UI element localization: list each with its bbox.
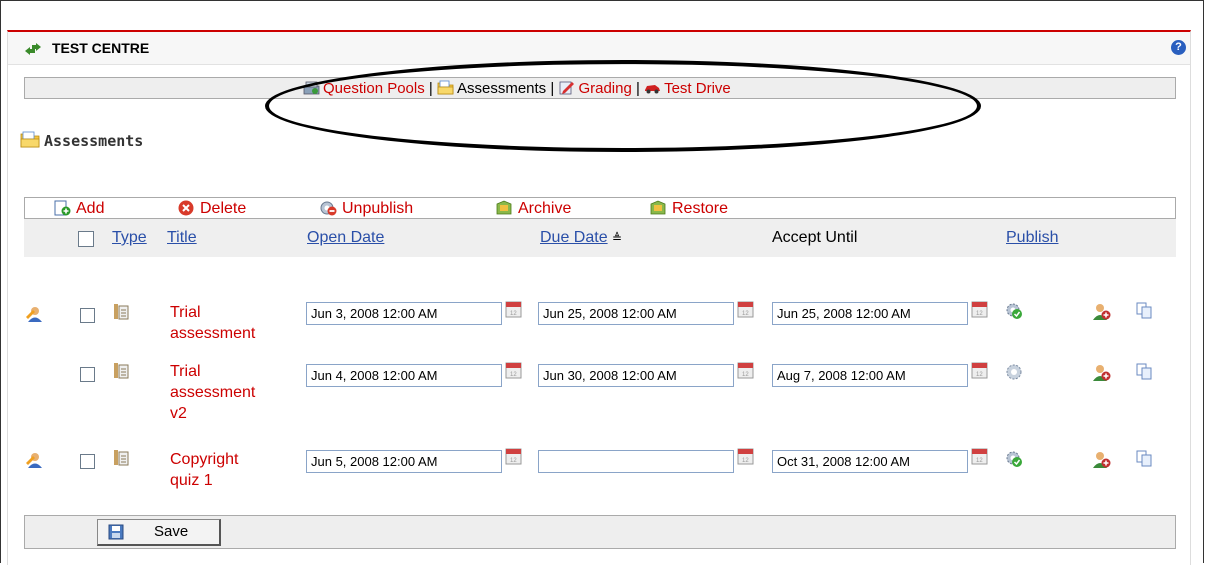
select-all-checkbox[interactable] <box>78 231 94 247</box>
portlet-title: TEST CENTRE <box>52 40 150 56</box>
open-date-input[interactable]: Jun 4, 2008 12:00 AM <box>306 364 502 387</box>
assessment-type-icon <box>114 450 129 466</box>
save-icon <box>108 524 124 540</box>
highlight-ellipse <box>265 60 981 152</box>
archive-label: Archive <box>518 200 572 217</box>
accept-until-input[interactable]: Oct 31, 2008 12:00 AM <box>772 450 968 473</box>
add-button[interactable]: Add <box>53 199 104 219</box>
copy-icon[interactable] <box>1136 450 1152 467</box>
open-date-input[interactable]: Jun 3, 2008 12:00 AM <box>306 302 502 325</box>
edit-user-icon[interactable] <box>24 305 44 323</box>
unpublish-label: Unpublish <box>342 200 414 217</box>
column-title-link[interactable]: Title <box>167 229 197 246</box>
move-arrows-icon[interactable] <box>24 42 42 56</box>
column-open-date-link[interactable]: Open Date <box>307 229 384 246</box>
due-date-input[interactable]: Jun 30, 2008 12:00 AM <box>538 364 734 387</box>
title-line: Trial <box>170 363 201 380</box>
assessment-type-icon <box>114 363 129 379</box>
column-accept-until: Accept Until <box>772 229 858 246</box>
calendar-icon[interactable]: 12 <box>737 300 754 318</box>
archive-button[interactable]: Archive <box>495 199 571 219</box>
restore-button[interactable]: Restore <box>649 199 728 219</box>
unpublish-icon <box>320 201 337 216</box>
column-type-link[interactable]: Type <box>112 229 147 246</box>
assessment-type-icon <box>114 304 129 320</box>
title-line: quiz 1 <box>170 472 213 489</box>
title-line: Copyright <box>170 451 239 468</box>
published-gear-icon[interactable] <box>1005 302 1023 320</box>
edit-user-icon[interactable] <box>24 451 44 469</box>
calendar-icon[interactable]: 12 <box>971 300 988 318</box>
folder-icon <box>20 131 40 148</box>
calendar-icon[interactable]: 12 <box>971 361 988 379</box>
save-label: Save <box>154 523 189 540</box>
copy-icon[interactable] <box>1136 363 1152 380</box>
svg-text:12: 12 <box>742 458 749 464</box>
row-checkbox[interactable] <box>80 454 95 469</box>
column-due-date[interactable]: Due Date ≜ <box>540 229 622 247</box>
column-due-date-link[interactable]: Due Date <box>540 229 608 246</box>
column-type[interactable]: Type <box>112 229 147 247</box>
svg-text:12: 12 <box>976 311 983 317</box>
table-header: Type Title Open Date Due Date ≜ Accept U… <box>24 219 1176 257</box>
due-date-input[interactable]: Jun 25, 2008 12:00 AM <box>538 302 734 325</box>
calendar-icon[interactable]: 12 <box>971 447 988 465</box>
sort-ascending-icon: ≜ <box>612 231 623 245</box>
row-checkbox[interactable] <box>80 308 95 323</box>
add-label: Add <box>76 200 105 217</box>
assessment-title-link[interactable]: Trial assessment v2 <box>170 361 290 424</box>
copy-icon[interactable] <box>1136 302 1152 319</box>
delete-label: Delete <box>200 200 247 217</box>
svg-text:12: 12 <box>510 372 517 378</box>
svg-text:12: 12 <box>976 372 983 378</box>
column-publish-link[interactable]: Publish <box>1006 229 1058 246</box>
due-date-input[interactable] <box>538 450 734 473</box>
form-footer: Save <box>24 515 1176 549</box>
help-icon[interactable]: ? <box>1171 40 1186 55</box>
svg-text:12: 12 <box>742 311 749 317</box>
action-toolbar: Add Delete Unpublish Archive Restore <box>24 197 1176 219</box>
calendar-icon[interactable]: 12 <box>737 361 754 379</box>
title-line: assessment <box>170 325 256 342</box>
page-heading: Assessments <box>20 131 143 150</box>
svg-text:12: 12 <box>510 458 517 464</box>
calendar-icon[interactable]: 12 <box>505 447 522 465</box>
assign-user-icon[interactable] <box>1093 451 1111 469</box>
column-publish[interactable]: Publish <box>1006 229 1058 247</box>
row-checkbox[interactable] <box>80 367 95 382</box>
calendar-icon[interactable]: 12 <box>505 300 522 318</box>
unpublish-button[interactable]: Unpublish <box>319 199 413 219</box>
title-line: assessment <box>170 384 256 401</box>
restore-icon <box>650 200 666 215</box>
delete-icon <box>178 200 194 216</box>
svg-text:12: 12 <box>510 311 517 317</box>
accept-until-input[interactable]: Jun 25, 2008 12:00 AM <box>772 302 968 325</box>
unpublished-gear-icon[interactable] <box>1005 363 1023 381</box>
save-button[interactable]: Save <box>97 519 221 546</box>
svg-text:12: 12 <box>742 372 749 378</box>
page-title: Assessments <box>44 132 144 150</box>
svg-text:12: 12 <box>976 458 983 464</box>
add-icon <box>54 200 71 216</box>
assign-user-icon[interactable] <box>1093 303 1111 321</box>
published-gear-icon[interactable] <box>1005 450 1023 468</box>
assign-user-icon[interactable] <box>1093 364 1111 382</box>
calendar-icon[interactable]: 12 <box>505 361 522 379</box>
column-title[interactable]: Title <box>167 229 197 247</box>
delete-button[interactable]: Delete <box>177 199 246 219</box>
open-date-input[interactable]: Jun 5, 2008 12:00 AM <box>306 450 502 473</box>
restore-label: Restore <box>672 200 729 217</box>
calendar-icon[interactable]: 12 <box>737 447 754 465</box>
assessment-title-link[interactable]: Copyright quiz 1 <box>170 449 290 491</box>
title-line: v2 <box>170 405 187 422</box>
column-open-date[interactable]: Open Date <box>307 229 384 247</box>
archive-icon <box>496 200 512 215</box>
assessment-title-link[interactable]: Trial assessment <box>170 302 290 344</box>
accept-until-input[interactable]: Aug 7, 2008 12:00 AM <box>772 364 968 387</box>
title-line: Trial <box>170 304 201 321</box>
